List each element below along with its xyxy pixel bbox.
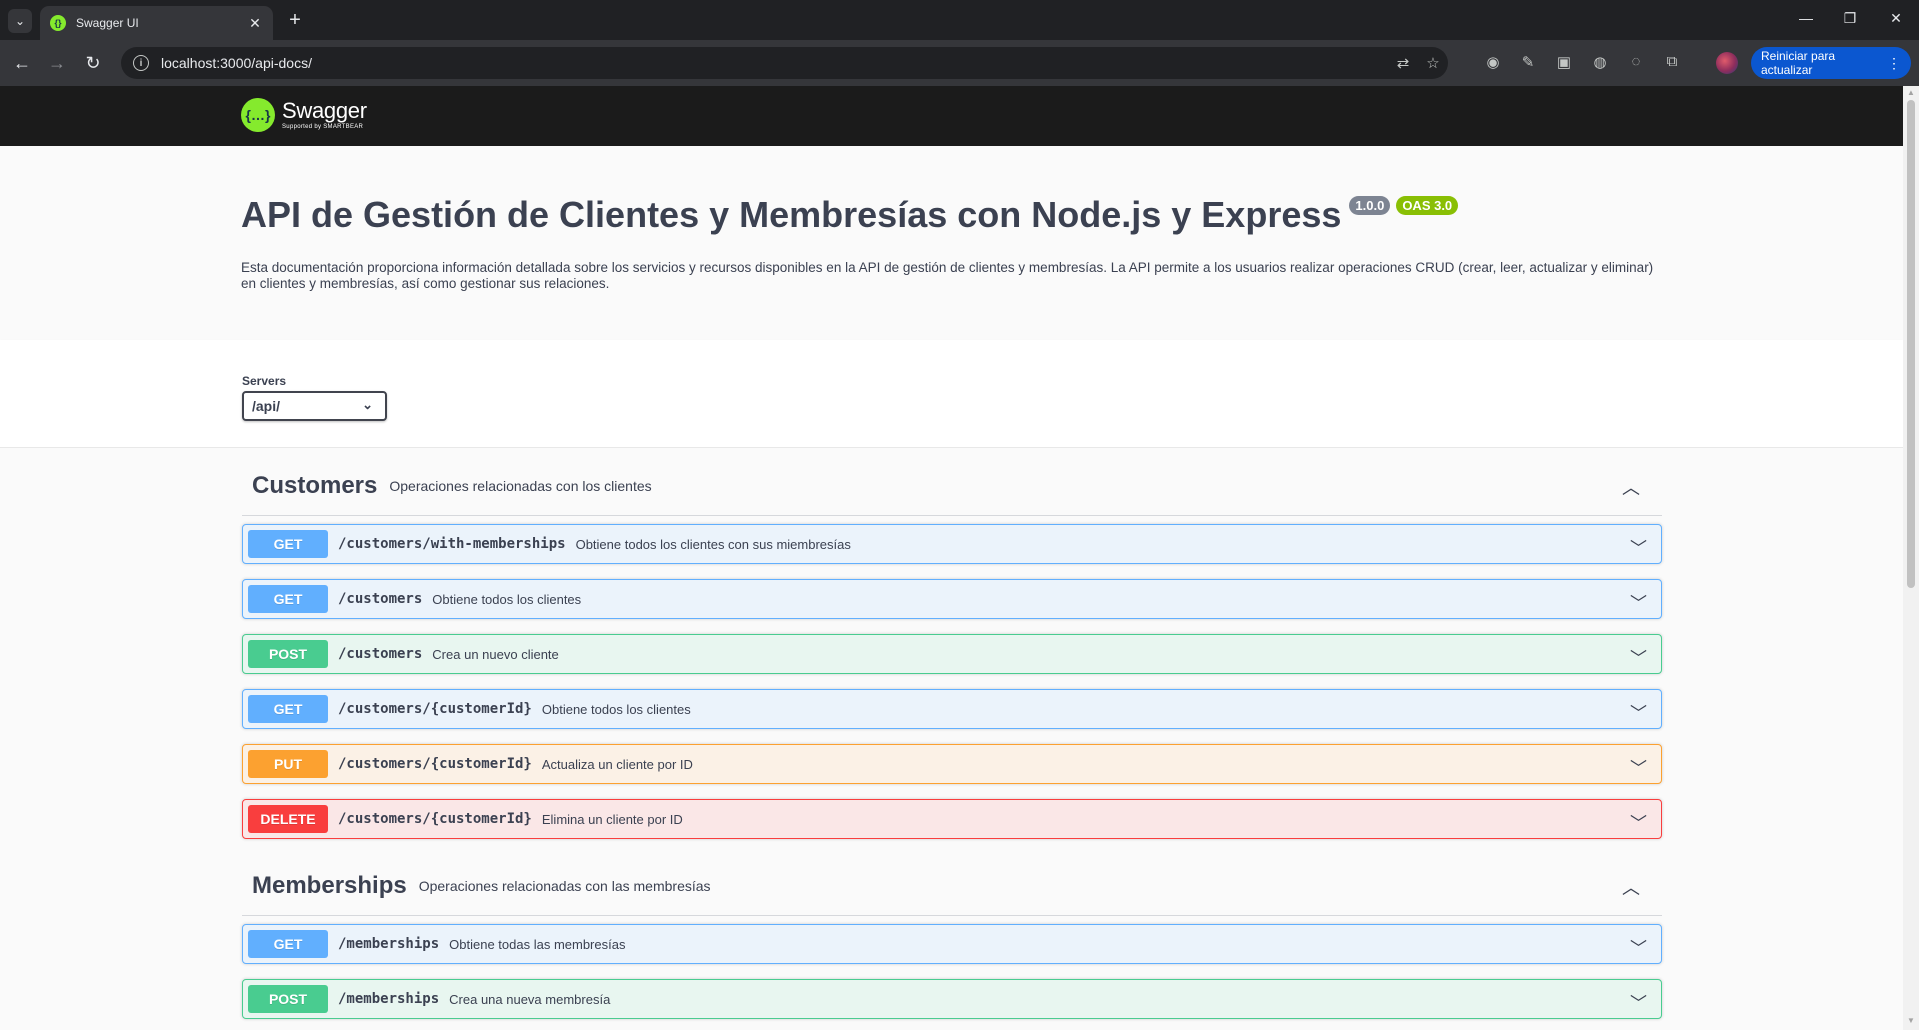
operation-path: /memberships	[338, 936, 440, 952]
operation-get-memberships[interactable]: GET /memberships Obtiene todas las membr…	[242, 924, 1662, 964]
extension-box-icon[interactable]: ▣	[1553, 53, 1575, 71]
servers-select[interactable]: /api/ ⌄	[242, 391, 387, 421]
operation-summary: Obtiene todos los clientes	[432, 591, 582, 607]
operation-put-customer-by-id[interactable]: PUT /customers/{customerId} Actualiza un…	[242, 744, 1662, 784]
version-badge: 1.0.0	[1349, 196, 1391, 215]
operation-post-memberships[interactable]: POST /memberships Crea una nueva membres…	[242, 979, 1662, 1019]
operation-path: /customers/{customerId}	[338, 756, 532, 772]
browser-tab-strip: ⌄ {} Swagger UI ✕ + — ❐ ✕	[0, 0, 1919, 40]
operation-post-customers[interactable]: POST /customers Crea un nuevo cliente ﹀	[242, 634, 1662, 674]
swagger-logo[interactable]: {…} Swagger Supported by SMARTBEAR	[241, 98, 367, 132]
new-tab-icon[interactable]: +	[282, 8, 308, 34]
scroll-up-icon[interactable]: ▲	[1907, 88, 1915, 97]
tag-customers[interactable]: Customers Operaciones relacionadas con l…	[242, 456, 1662, 516]
forward-icon[interactable]: →	[46, 52, 68, 74]
site-info-icon[interactable]: i	[133, 55, 149, 71]
operation-path: /customers/{customerId}	[338, 701, 532, 717]
method-badge: GET	[248, 695, 328, 723]
chevron-down-icon[interactable]: ﹀	[1630, 809, 1647, 834]
chevron-down-icon[interactable]: ﹀	[1630, 644, 1647, 669]
scroll-down-icon[interactable]: ▼	[1907, 1016, 1915, 1025]
tag-description: Operaciones relacionadas con las membres…	[418, 877, 711, 894]
color-picker-icon[interactable]: ✎	[1517, 53, 1539, 71]
tag-name: Customers	[252, 471, 378, 499]
page-scrollbar[interactable]: ▲ ▼	[1903, 86, 1919, 1030]
scrollbar-thumb[interactable]	[1907, 100, 1915, 588]
operation-path: /memberships	[338, 991, 440, 1007]
browser-toolbar: ← → ↻ i localhost:3000/api-docs/ ⇄ ☆ ◉ ✎…	[0, 40, 1919, 86]
broadcast-icon[interactable]: ◌	[1625, 53, 1647, 70]
chevron-down-icon[interactable]: ﹀	[1630, 534, 1647, 559]
operation-path: /customers/{customerId}	[338, 811, 532, 827]
swagger-brand: Swagger	[282, 98, 367, 123]
operation-get-customers[interactable]: GET /customers Obtiene todos los cliente…	[242, 579, 1662, 619]
tab-close-icon[interactable]: ✕	[247, 15, 263, 32]
swagger-favicon-icon: {}	[50, 15, 66, 31]
translate-icon[interactable]: ⇄	[1388, 54, 1418, 72]
api-title-row: API de Gestión de Clientes y Membresías …	[241, 194, 1459, 236]
servers-label: Servers	[242, 374, 287, 388]
tag-memberships[interactable]: Memberships Operaciones relacionadas con…	[242, 856, 1662, 916]
window-close-icon[interactable]: ✕	[1886, 10, 1906, 27]
operation-path: /customers	[338, 591, 423, 607]
chevron-down-icon[interactable]: ﹀	[1630, 989, 1647, 1014]
api-description: Esta documentación proporciona informaci…	[241, 260, 1654, 291]
operation-summary: Obtiene todos los clientes	[541, 701, 691, 717]
operation-summary: Obtiene todas las membresías	[449, 936, 626, 952]
operation-delete-customer-by-id[interactable]: DELETE /customers/{customerId} Elimina u…	[242, 799, 1662, 839]
operations-list: Customers Operaciones relacionadas con l…	[0, 448, 1903, 1030]
operation-get-customer-by-id[interactable]: GET /customers/{customerId} Obtiene todo…	[242, 689, 1662, 729]
operation-summary: Obtiene todos los clientes con sus miemb…	[575, 536, 851, 552]
profile-avatar[interactable]	[1716, 52, 1738, 74]
operation-summary: Crea una nueva membresía	[449, 991, 611, 1007]
api-title: API de Gestión de Clientes y Membresías …	[241, 194, 1342, 235]
chevron-down-icon[interactable]: ﹀	[1630, 934, 1647, 959]
tab-title: Swagger UI	[76, 16, 139, 30]
swagger-logo-icon: {…}	[241, 98, 275, 132]
back-icon[interactable]: ←	[11, 52, 33, 74]
chevron-up-icon[interactable]: ︿	[1622, 874, 1640, 900]
page-viewport: {…} Swagger Supported by SMARTBEAR API d…	[0, 86, 1903, 1030]
chevron-down-icon[interactable]: ﹀	[1630, 754, 1647, 779]
method-badge: GET	[248, 930, 328, 958]
method-badge: GET	[248, 585, 328, 613]
operation-summary: Elimina un cliente por ID	[541, 811, 683, 827]
swagger-brand-sub: Supported by SMARTBEAR	[282, 124, 364, 130]
globe-icon[interactable]: ◍	[1589, 53, 1611, 71]
update-restart-label: Reiniciar para actualizar	[1761, 49, 1836, 77]
minimize-icon[interactable]: —	[1796, 10, 1816, 26]
tab-search-icon[interactable]: ⌄	[8, 9, 32, 33]
reload-icon[interactable]: ↻	[82, 52, 104, 74]
address-bar[interactable]: i localhost:3000/api-docs/ ⇄ ☆	[121, 47, 1448, 79]
url-text[interactable]: localhost:3000/api-docs/	[161, 55, 1388, 71]
servers-section: Servers /api/ ⌄	[0, 340, 1903, 448]
method-badge: PUT	[248, 750, 328, 778]
screenshot-icon[interactable]: ◉	[1482, 53, 1504, 71]
bookmark-star-icon[interactable]: ☆	[1418, 54, 1448, 72]
operation-path: /customers	[338, 646, 423, 662]
servers-selected-value: /api/	[252, 398, 281, 414]
tag-description: Operaciones relacionadas con los cliente…	[389, 477, 652, 494]
method-badge: POST	[248, 640, 328, 668]
api-info: API de Gestión de Clientes y Membresías …	[0, 146, 1903, 340]
extensions-puzzle-icon[interactable]: ⧉	[1661, 53, 1683, 70]
menu-dots-icon[interactable]: ⋮	[1887, 55, 1901, 72]
update-restart-button[interactable]: Reiniciar para actualizar ⋮	[1751, 47, 1911, 79]
operation-path: /customers/with-memberships	[338, 536, 566, 552]
restore-icon[interactable]: ❐	[1840, 10, 1860, 27]
operation-summary: Actualiza un cliente por ID	[541, 756, 693, 772]
method-badge: POST	[248, 985, 328, 1013]
oas-badge: OAS 3.0	[1396, 196, 1459, 215]
swagger-topbar: {…} Swagger Supported by SMARTBEAR	[0, 86, 1903, 146]
chevron-down-icon[interactable]: ﹀	[1630, 699, 1647, 724]
browser-tab[interactable]: {} Swagger UI ✕	[40, 6, 273, 40]
tag-name: Memberships	[252, 871, 407, 899]
chevron-down-icon[interactable]: ﹀	[1630, 589, 1647, 614]
method-badge: DELETE	[248, 805, 328, 833]
operation-summary: Crea un nuevo cliente	[432, 646, 559, 662]
method-badge: GET	[248, 530, 328, 558]
operation-get-customers-with-memberships[interactable]: GET /customers/with-memberships Obtiene …	[242, 524, 1662, 564]
chevron-up-icon[interactable]: ︿	[1622, 474, 1640, 500]
chevron-down-icon: ⌄	[362, 397, 373, 412]
